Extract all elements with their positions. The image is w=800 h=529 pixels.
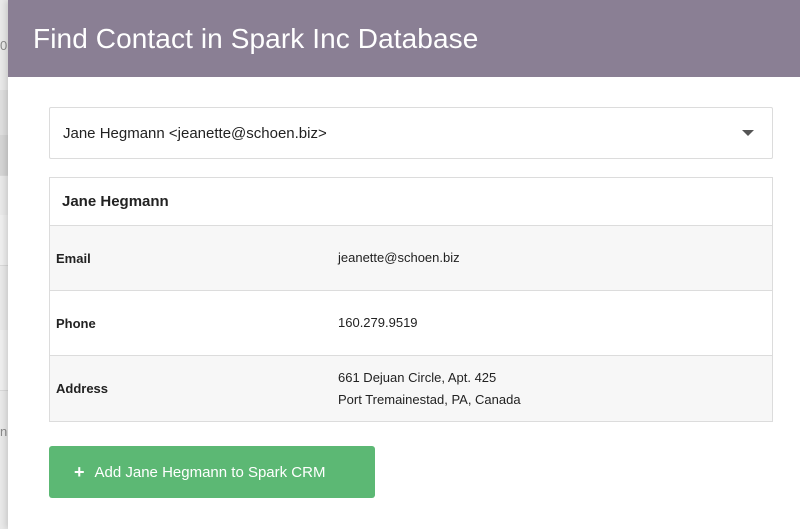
address-label: Address bbox=[56, 381, 109, 396]
background-row bbox=[0, 330, 8, 391]
address-value: 661 Dejuan Circle, Apt. 425 Port Tremain… bbox=[338, 367, 521, 411]
contact-details-table: Jane Hegmann Email jeanette@schoen.biz P… bbox=[49, 177, 773, 422]
contact-select-value: Jane Hegmann <jeanette@schoen.biz> bbox=[63, 124, 327, 142]
contact-row-phone: Phone 160.279.9519 bbox=[50, 291, 772, 356]
modal-header: Find Contact in Spark Inc Database bbox=[8, 0, 800, 77]
background-row bbox=[0, 90, 8, 136]
modal-body: Jane Hegmann <jeanette@schoen.biz> Jane … bbox=[49, 107, 773, 422]
phone-value: 160.279.9519 bbox=[338, 315, 418, 330]
address-line-1: 661 Dejuan Circle, Apt. 425 bbox=[338, 369, 497, 385]
email-value: jeanette@schoen.biz bbox=[338, 250, 460, 265]
caret-down-icon[interactable] bbox=[742, 130, 754, 136]
add-to-crm-button[interactable]: + Add Jane Hegmann to Spark CRM bbox=[49, 446, 375, 498]
background-text-fragment: 0 bbox=[0, 38, 8, 53]
find-contact-modal: Find Contact in Spark Inc Database Jane … bbox=[8, 0, 800, 529]
phone-label: Phone bbox=[56, 315, 96, 331]
address-line-2: Port Tremainestad, PA, Canada bbox=[338, 391, 521, 407]
contact-name: Jane Hegmann bbox=[50, 178, 772, 226]
modal-title: Find Contact in Spark Inc Database bbox=[33, 22, 479, 54]
plus-icon: + bbox=[74, 462, 85, 482]
contact-row-email: Email jeanette@schoen.biz bbox=[50, 226, 772, 291]
contact-select[interactable]: Jane Hegmann <jeanette@schoen.biz> bbox=[49, 107, 773, 159]
contact-row-address: Address 661 Dejuan Circle, Apt. 425 Port… bbox=[50, 356, 772, 421]
add-to-crm-button-label: Add Jane Hegmann to Spark CRM bbox=[94, 463, 326, 481]
email-label: Email bbox=[56, 250, 91, 266]
background-text-fragment: n bbox=[0, 424, 8, 439]
background-row bbox=[0, 135, 8, 176]
background-row bbox=[0, 215, 8, 266]
